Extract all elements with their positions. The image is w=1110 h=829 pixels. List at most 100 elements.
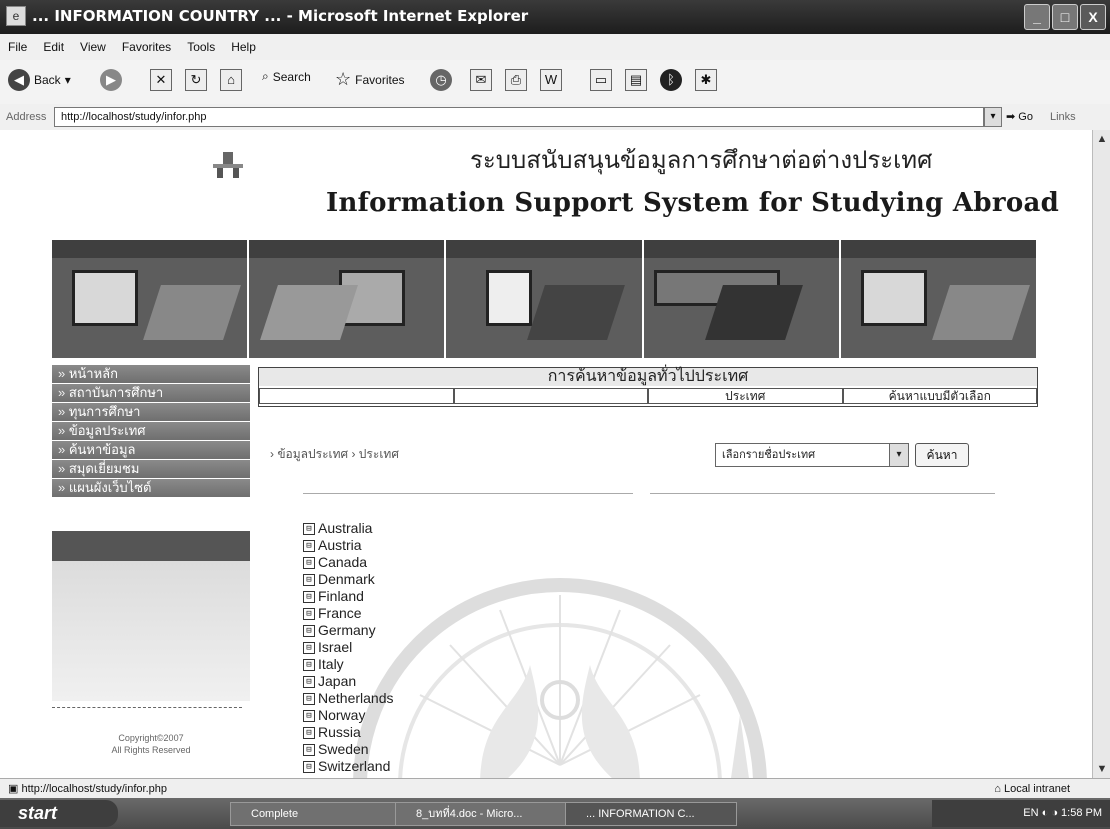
expand-icon: ⊟ [303,641,315,654]
country-select-value: เลือกรายชื่อประเทศ [722,449,816,461]
discuss-button[interactable]: ▭ [590,69,612,91]
banner-image-3 [446,240,642,358]
history-button[interactable]: ◷ [430,69,452,91]
banner-image-4 [643,240,839,358]
sidebar-menu: หน้าหลัก สถาบันการศึกษา ทุนการศึกษา ข้อม… [52,365,250,756]
address-dropdown-icon[interactable]: ▾ [984,107,1002,127]
close-button[interactable]: X [1080,4,1106,30]
tab-empty-1 [259,388,454,404]
menu-edit[interactable]: Edit [35,34,72,60]
history-icon: ◷ [430,69,452,91]
stop-button[interactable]: ✕ [150,69,172,91]
home-button[interactable]: ⌂ [220,69,242,91]
sidebar-item-search[interactable]: ค้นหาข้อมูล [52,441,250,459]
menu-help[interactable]: Help [223,34,264,60]
site-logo-icon [213,152,243,178]
sidebar-item-scholarships[interactable]: ทุนการศึกษา [52,403,250,421]
list-item[interactable]: ⊟ Canada [303,554,394,571]
go-button[interactable]: ➡ Go [1006,110,1033,123]
task-complete[interactable]: Complete [230,802,402,826]
title-bar: e ... INFORMATION COUNTRY ... - Microsof… [0,0,1110,34]
status-url: ▣ http://localhost/study/infor.php [8,779,167,799]
search-submit-button[interactable]: ค้นหา [915,443,969,467]
list-item[interactable]: ⊟ Germany [303,622,394,639]
sidebar-item-guestbook[interactable]: สมุดเยี่ยมชม [52,460,250,478]
expand-icon: ⊟ [303,743,315,756]
page-viewport: ระบบสนับสนุนข้อมูลการศึกษาต่อต่างประเทศ … [0,130,1092,778]
task-ie-window[interactable]: ... INFORMATION C... [565,802,737,826]
start-button[interactable]: start [0,800,118,827]
forward-button[interactable]: ▶ [100,69,122,91]
expand-icon: ⊟ [303,590,315,603]
go-label: Go [1018,111,1033,123]
minimize-button[interactable]: _ [1024,4,1050,30]
back-button[interactable]: ◀ Back ▾ [8,69,71,91]
divider-left [303,493,633,494]
menu-view[interactable]: View [72,34,114,60]
menu-bar: File Edit View Favorites Tools Help [0,34,1110,61]
sidebar-item-sitemap[interactable]: แผนผังเว็บไซต์ [52,479,250,497]
edit-button[interactable]: W [540,69,562,91]
list-item[interactable]: ⊟ Israel [303,639,394,656]
tab-country[interactable]: ประเทศ [648,388,843,404]
chevron-down-icon: ▾ [889,444,908,466]
security-zone-text: Local intranet [1003,783,1070,795]
country-label: Netherlands [318,690,394,706]
country-label: Russia [318,724,361,740]
print-button[interactable]: ⎙ [505,69,527,91]
country-label: Austria [318,537,362,553]
search-button[interactable]: ⌕ Search [262,69,311,84]
task-word-document[interactable]: 8_บทที่4.doc - Micro... [395,802,572,826]
expand-icon: ⊟ [303,522,315,535]
list-item[interactable]: ⊟ France [303,605,394,622]
tab-advanced-search[interactable]: ค้นหาแบบมีตัวเลือก [842,388,1037,404]
list-item[interactable]: ⊟ Italy [303,656,394,673]
messenger-icon: ✱ [695,69,717,91]
country-label: Italy [318,656,344,672]
list-item[interactable]: ⊟ Switzerland [303,758,394,775]
country-list: ⊟ Australia ⊟ Austria ⊟ Canada ⊟ Denmark ⊟ Fi… [303,520,394,775]
messenger-button[interactable]: ✱ [695,69,717,91]
country-label: Norway [318,707,366,723]
search-label: Search [272,69,311,84]
vertical-scrollbar[interactable]: ▲ ▼ [1092,130,1110,778]
thai-page-title: ระบบสนับสนุนข้อมูลการศึกษาต่อต่างประเทศ [470,146,933,174]
go-arrow-icon: ➡ [1006,111,1016,123]
favorites-button[interactable]: ☆ Favorites [335,69,405,90]
country-label: Canada [318,554,368,570]
list-item[interactable]: ⊟ Russia [303,724,394,741]
refresh-button[interactable]: ↻ [185,69,207,91]
content-tabs: ประเทศ ค้นหาแบบมีตัวเลือก [259,388,1037,404]
list-item[interactable]: ⊟ Austria [303,537,394,554]
country-select[interactable]: เลือกรายชื่อประเทศ ▾ [715,443,909,467]
country-label: Sweden [318,741,369,757]
list-item[interactable]: ⊟ Japan [303,673,394,690]
list-item[interactable]: ⊟ Denmark [303,571,394,588]
back-arrow-icon: ◀ [8,69,30,91]
sidebar-item-home[interactable]: หน้าหลัก [52,365,250,383]
menu-tools[interactable]: Tools [179,34,223,60]
menu-file[interactable]: File [0,34,35,60]
maximize-button[interactable]: □ [1052,4,1078,30]
scroll-down-icon[interactable]: ▼ [1093,760,1110,778]
list-item[interactable]: ⊟ Netherlands [303,690,394,707]
menu-favorites[interactable]: Favorites [114,34,179,60]
bluetooth-button[interactable]: ᛒ [660,69,682,91]
list-item[interactable]: ⊟ Finland [303,588,394,605]
sidebar-item-institutions[interactable]: สถาบันการศึกษา [52,384,250,402]
list-item[interactable]: ⊟ Australia [303,520,394,537]
research-button[interactable]: ▤ [625,69,647,91]
address-input[interactable]: http://localhost/study/infor.php [54,107,984,127]
back-label: Back [34,73,61,87]
scroll-up-icon[interactable]: ▲ [1093,130,1110,148]
list-item[interactable]: ⊟ Norway [303,707,394,724]
mail-button[interactable]: ✉ [470,69,492,91]
links-button[interactable]: Links [1050,111,1076,123]
language-indicator[interactable]: EN [1023,807,1038,819]
security-zone: ⌂ Local intranet [994,779,1070,799]
sidebar-item-country-info[interactable]: ข้อมูลประเทศ [52,422,250,440]
list-item[interactable]: ⊟ Sweden [303,741,394,758]
english-page-title: Information Support System for Studying … [326,188,1060,218]
tab-empty-2 [453,388,648,404]
address-bar: Address http://localhost/study/infor.php… [0,104,1110,131]
